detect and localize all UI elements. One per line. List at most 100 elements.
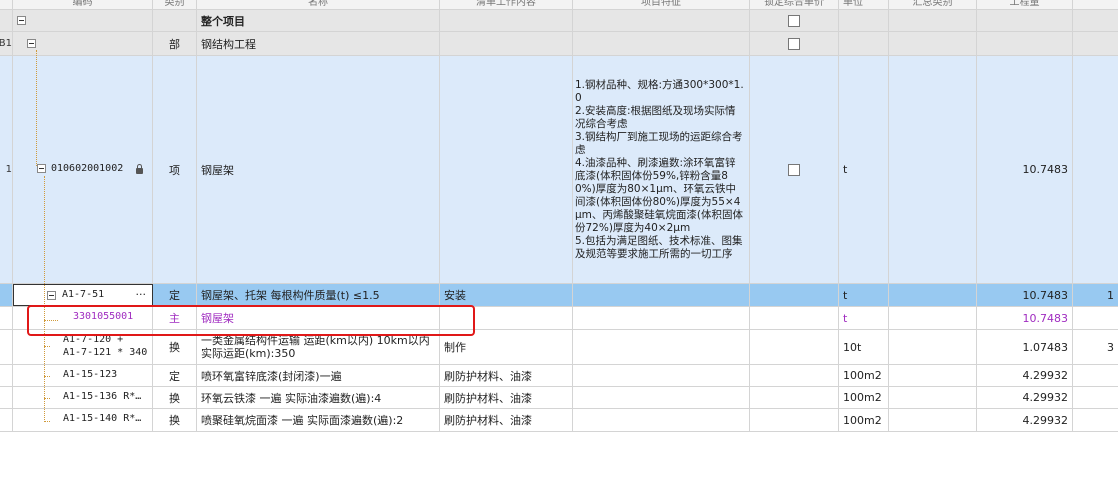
- header-unit[interactable]: 单位: [839, 0, 889, 9]
- name-cell[interactable]: 钢结构工程: [197, 32, 440, 55]
- qty-cell[interactable]: 4.29932: [977, 387, 1073, 408]
- lock-price-checkbox[interactable]: [788, 37, 800, 50]
- feature-cell[interactable]: [573, 32, 750, 55]
- unit-cell[interactable]: t: [839, 284, 889, 306]
- header-feature[interactable]: 项目特征: [573, 0, 750, 9]
- spec-cell[interactable]: [889, 32, 977, 55]
- lock-price-cell[interactable]: [750, 307, 839, 329]
- name-cell[interactable]: 喷环氧富锌底漆(封闭漆)一遍: [197, 365, 440, 386]
- header-type[interactable]: 类别: [153, 0, 197, 9]
- table-row-quota[interactable]: A1-15-136 R*… 换 环氧云铁漆 一遍 实际油漆遍数(遍):4 刷防护…: [0, 387, 1118, 409]
- content-cell[interactable]: 刷防护材料、油漆: [440, 365, 573, 386]
- extra-cell: [1073, 365, 1118, 386]
- unit-cell[interactable]: 100m2: [839, 387, 889, 408]
- feature-cell[interactable]: [573, 10, 750, 31]
- unit-cell[interactable]: [839, 32, 889, 55]
- header-spec-label: 汇总类别: [912, 0, 953, 8]
- code-cell[interactable]: A1-15-136 R*…: [13, 387, 153, 408]
- collapse-icon[interactable]: [47, 291, 56, 300]
- unit-cell[interactable]: t: [839, 56, 889, 283]
- lock-price-cell[interactable]: [750, 10, 839, 31]
- item-code: 010602001002: [51, 163, 124, 174]
- qty-cell[interactable]: 10.7483: [977, 56, 1073, 283]
- code-cell[interactable]: A1-7-51 ···: [13, 284, 153, 306]
- lock-price-cell[interactable]: [750, 365, 839, 386]
- spec-cell[interactable]: [889, 409, 977, 431]
- lock-price-cell[interactable]: [750, 330, 839, 364]
- lock-price-checkbox[interactable]: [788, 163, 800, 176]
- lock-price-cell[interactable]: [750, 387, 839, 408]
- unit-cell[interactable]: [839, 10, 889, 31]
- qty-cell[interactable]: 4.29932: [977, 365, 1073, 386]
- spec-cell[interactable]: [889, 330, 977, 364]
- lock-price-checkbox[interactable]: [788, 14, 800, 27]
- content-cell[interactable]: 安装: [440, 284, 573, 306]
- feature-cell[interactable]: [573, 330, 750, 364]
- feature-cell[interactable]: [573, 307, 750, 329]
- header-feature-label: 项目特征: [641, 0, 681, 8]
- collapse-icon[interactable]: [17, 16, 26, 25]
- spec-cell[interactable]: [889, 56, 977, 283]
- content-cell[interactable]: [440, 10, 573, 31]
- spec-cell[interactable]: [889, 387, 977, 408]
- quota-code: A1-7-51: [62, 289, 105, 300]
- name-cell[interactable]: 喷聚硅氧烷面漆 一遍 实际面漆遍数(遍):2: [197, 409, 440, 431]
- qty-cell[interactable]: 4.29932: [977, 409, 1073, 431]
- header-qty[interactable]: 工程量: [977, 0, 1073, 9]
- header-content[interactable]: 清单工作内容: [440, 0, 573, 9]
- lock-price-cell[interactable]: [750, 56, 839, 283]
- content-cell[interactable]: [440, 32, 573, 55]
- header-name-label: 名称: [308, 0, 328, 8]
- code-cell[interactable]: [13, 32, 153, 55]
- qty-cell[interactable]: [977, 10, 1073, 31]
- code-cell[interactable]: A1-15-140 R*…: [13, 409, 153, 431]
- content-cell[interactable]: [440, 56, 573, 283]
- spec-cell[interactable]: [889, 10, 977, 31]
- name-cell[interactable]: 钢屋架、托架 每根构件质量(t) ≤1.5: [197, 284, 440, 306]
- unit-cell[interactable]: 100m2: [839, 409, 889, 431]
- name-cell[interactable]: 整个项目: [197, 10, 440, 31]
- header-spec[interactable]: 汇总类别: [889, 0, 977, 9]
- lock-price-cell[interactable]: [750, 284, 839, 306]
- content-cell[interactable]: 刷防护材料、油漆: [440, 387, 573, 408]
- feature-cell[interactable]: [573, 409, 750, 431]
- qty-cell[interactable]: [977, 32, 1073, 55]
- collapse-icon[interactable]: [27, 39, 36, 48]
- unit-cell[interactable]: t: [839, 307, 889, 329]
- code-cell[interactable]: A1-15-123: [13, 365, 153, 386]
- lock-price-cell[interactable]: [750, 409, 839, 431]
- more-icon[interactable]: ···: [136, 288, 147, 301]
- qty-cell[interactable]: 10.7483: [977, 307, 1073, 329]
- table-row-bill-item[interactable]: 1 010602001002 项 钢屋架 1.钢材品种、规格:方通300*300…: [0, 56, 1118, 284]
- feature-cell[interactable]: [573, 387, 750, 408]
- header-content-label: 清单工作内容: [476, 0, 536, 8]
- header-code[interactable]: 编码: [13, 0, 153, 9]
- name-cell[interactable]: 钢屋架: [197, 56, 440, 283]
- extra-cell: [1073, 32, 1118, 55]
- lock-price-cell[interactable]: [750, 32, 839, 55]
- feature-cell[interactable]: 1.钢材品种、规格:方通300*300*1.0 2.安装高度:根据图纸及现场实际…: [573, 56, 750, 283]
- table-row-project[interactable]: 整个项目: [0, 10, 1118, 32]
- spec-cell[interactable]: [889, 307, 977, 329]
- header-name[interactable]: 名称: [197, 0, 440, 9]
- spec-cell[interactable]: [889, 284, 977, 306]
- code-cell[interactable]: 010602001002: [13, 56, 153, 283]
- header-lock[interactable]: 锁定综合单价: [750, 0, 839, 9]
- unit-cell[interactable]: 100m2: [839, 365, 889, 386]
- name-cell[interactable]: 环氧云铁漆 一遍 实际油漆遍数(遍):4: [197, 387, 440, 408]
- spec-cell[interactable]: [889, 365, 977, 386]
- table-row-section[interactable]: B1 部 钢结构工程: [0, 32, 1118, 56]
- quota-code: A1-15-136 R*…: [63, 391, 142, 402]
- table-row-quota-selected[interactable]: A1-7-51 ··· 定 钢屋架、托架 每根构件质量(t) ≤1.5 安装 t…: [0, 284, 1118, 307]
- extra-cell: [1073, 10, 1118, 31]
- table-row-quota[interactable]: A1-15-140 R*… 换 喷聚硅氧烷面漆 一遍 实际面漆遍数(遍):2 刷…: [0, 409, 1118, 432]
- content-cell[interactable]: 刷防护材料、油漆: [440, 409, 573, 431]
- unit-cell[interactable]: 10t: [839, 330, 889, 364]
- collapse-icon[interactable]: [37, 164, 46, 173]
- qty-cell[interactable]: 10.7483: [977, 284, 1073, 306]
- table-row-quota[interactable]: A1-15-123 定 喷环氧富锌底漆(封闭漆)一遍 刷防护材料、油漆 100m…: [0, 365, 1118, 387]
- feature-cell[interactable]: [573, 284, 750, 306]
- feature-cell[interactable]: [573, 365, 750, 386]
- qty-cell[interactable]: 1.07483: [977, 330, 1073, 364]
- code-cell[interactable]: [13, 10, 153, 31]
